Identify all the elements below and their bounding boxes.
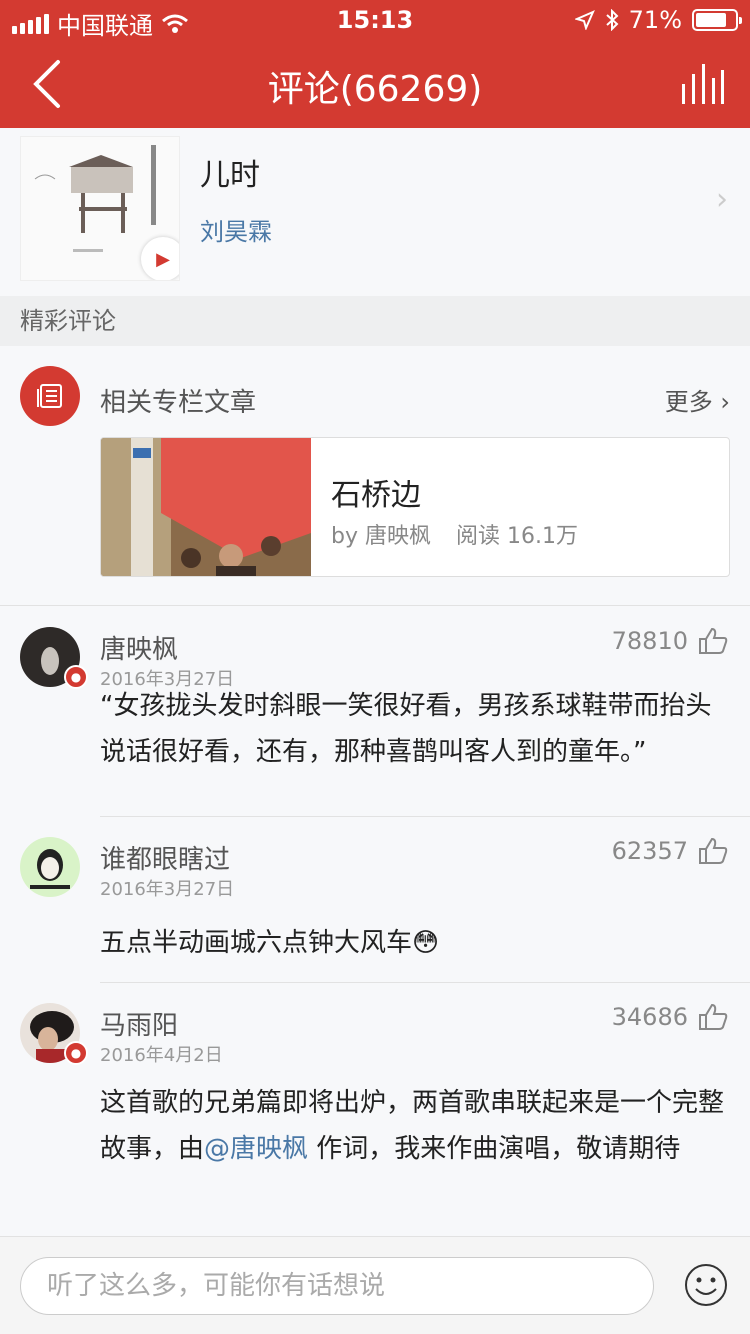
thumbs-up-icon bbox=[699, 627, 728, 654]
comment-item: ● 马雨阳 2016年4月2日 34686 这首歌的兄弟篇即将出炉，两首歌串联起… bbox=[0, 983, 750, 1236]
now-playing-icon[interactable] bbox=[680, 62, 724, 106]
mention-link[interactable]: @唐映枫 bbox=[204, 1134, 308, 1164]
article-thumbnail bbox=[101, 438, 311, 576]
like-count: 34686 bbox=[611, 1003, 688, 1031]
comment-author[interactable]: 马雨阳 bbox=[100, 1005, 178, 1042]
article-reads: 阅读 16.1万 bbox=[455, 524, 578, 549]
play-icon[interactable]: ▶ bbox=[141, 237, 179, 280]
comment-input[interactable]: 听了这么多，可能你有话想说 bbox=[20, 1257, 654, 1315]
like-count: 78810 bbox=[611, 627, 688, 655]
comment-author[interactable]: 唐映枫 bbox=[100, 629, 178, 666]
avatar[interactable] bbox=[20, 837, 80, 897]
related-title: 相关专栏文章 bbox=[100, 388, 257, 418]
like-count: 62357 bbox=[611, 837, 688, 865]
comment-text: 这首歌的兄弟篇即将出炉，两首歌串联起来是一个完整故事，由@唐映枫 作词，我来作曲… bbox=[100, 1080, 730, 1172]
thumbs-up-icon bbox=[699, 837, 728, 864]
comment-input-bar: 听了这么多，可能你有话想说 bbox=[0, 1236, 750, 1334]
top-bar: 中国联通 15:13 71% 评论(66269) bbox=[0, 0, 750, 128]
like-button[interactable]: 34686 bbox=[612, 1003, 728, 1031]
song-row[interactable]: ▶ 儿时 刘昊霖 › bbox=[0, 128, 750, 296]
related-articles: 相关专栏文章 更多 › 石桥边 by 唐映枫 阅读 16.1万 bbox=[0, 346, 750, 606]
comment-text-part: 作词，我来作曲演唱，敬请期待 bbox=[308, 1134, 681, 1164]
like-button[interactable]: 62357 bbox=[612, 837, 728, 865]
album-cover: ▶ bbox=[20, 136, 180, 281]
comment-item: ● 唐映枫 2016年3月27日 78810 “女孩拢头发时斜眼一笑很好看，男孩… bbox=[0, 607, 750, 817]
article-title: 石桥边 bbox=[331, 478, 421, 513]
chevron-right-icon: › bbox=[716, 182, 728, 217]
article-author: by 唐映枫 bbox=[331, 524, 431, 549]
article-meta: by 唐映枫 阅读 16.1万 bbox=[331, 518, 578, 550]
battery-percent: 71% bbox=[628, 6, 682, 34]
comment-date: 2016年4月2日 bbox=[100, 1045, 223, 1066]
comment-text: 五点半动画城六点钟大风车😳 bbox=[100, 928, 440, 958]
comment-author[interactable]: 谁都眼瞎过 bbox=[100, 839, 230, 876]
more-label: 更多 bbox=[664, 388, 713, 416]
emoji-icon[interactable] bbox=[684, 1263, 728, 1307]
comment-text: “女孩拢头发时斜眼一笑很好看，男孩系球鞋带而抬头说话很好看，还有，那种喜鹊叫客人… bbox=[100, 691, 712, 767]
article-card[interactable]: 石桥边 by 唐映枫 阅读 16.1万 bbox=[100, 437, 730, 577]
bluetooth-icon bbox=[605, 9, 619, 31]
verified-badge-icon: ● bbox=[64, 1041, 88, 1065]
comment-date: 2016年3月27日 bbox=[100, 879, 235, 900]
section-hot-comments: 精彩评论 bbox=[0, 296, 750, 346]
comment-item: 谁都眼瞎过 2016年3月27日 62357 五点半动画城六点钟大风车😳 bbox=[0, 817, 750, 983]
battery-icon bbox=[692, 9, 742, 31]
page-title: 评论(66269) bbox=[267, 69, 483, 110]
song-artist[interactable]: 刘昊霖 bbox=[200, 212, 272, 247]
thumbs-up-icon bbox=[699, 1003, 728, 1030]
location-icon bbox=[574, 10, 595, 30]
chevron-right-icon: › bbox=[720, 388, 730, 416]
like-button[interactable]: 78810 bbox=[612, 627, 728, 655]
verified-badge-icon: ● bbox=[64, 665, 88, 689]
more-link[interactable]: 更多 › bbox=[665, 382, 730, 417]
status-bar: 中国联通 15:13 71% bbox=[0, 0, 750, 40]
song-title: 儿时 bbox=[200, 158, 260, 193]
article-icon bbox=[20, 366, 80, 426]
